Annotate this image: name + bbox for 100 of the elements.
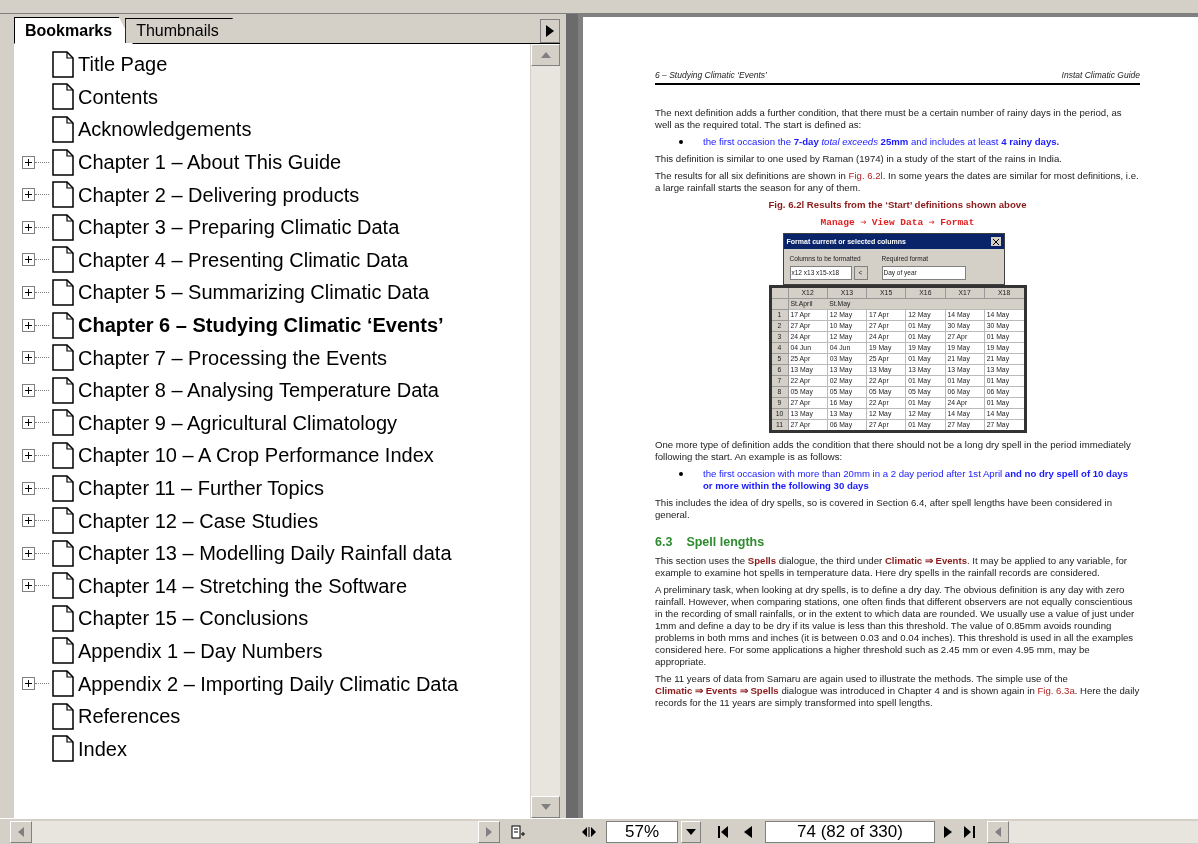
bookmark-item[interactable]: Chapter 13 – Modelling Daily Rainfall data — [78, 538, 452, 569]
bullet-text: the first occasion the 7-day total exceeds 25mm and includes at least 4 rainy days. — [703, 136, 1060, 148]
page-icon — [52, 539, 74, 567]
bookmark-item[interactable]: Chapter 14 – Stretching the Software — [78, 570, 408, 601]
paragraph: The 11 years of data from Samaru are again used to illustrate the methods. The simple use of the Climatic ⇒ Events ⇒ Spells dialogue was introduced in Chapter 4 and is shown again in Fig. 6.3a. Here the daily records for the 11 years are simply transformed into spell lengths. — [655, 673, 1140, 709]
caret-down-icon — [686, 828, 696, 835]
page-icon — [52, 376, 74, 404]
page-icon — [52, 181, 74, 209]
expand-icon[interactable] — [22, 677, 35, 691]
horizontal-scrollbar[interactable] — [987, 820, 1198, 843]
expand-icon[interactable] — [22, 481, 35, 495]
bullet-icon — [679, 140, 683, 144]
paragraph: A preliminary task, when looking at dry spells, is to define a dry day. The obvious definition is any day with zero rainfall. However, when comparing stations, one often finds that different observers are not equally conscientious in the recording of small rainfalls, or in the extent to which data are rounded. We usually use a value of just under 1mm and define a day to be dry if its value is less than this threshold. The value of 0.85mm avoids rounding problems in both mms and inches (it is between 0.03 and 0.04 inches). This threshold is used in all the examples considered here. For some applications a higher threshold such as 2.45 mm or even 4.95 mm, may be appropriate. — [655, 584, 1136, 668]
bookmark-item[interactable]: Chapter 4 – Presenting Climatic Data — [78, 244, 409, 275]
bookmark-item[interactable]: Chapter 11 – Further Topics — [78, 473, 325, 503]
bookmark-item[interactable]: Chapter 2 – Delivering products — [78, 179, 360, 210]
section-number: 6.3 — [655, 534, 673, 550]
paragraph: This definition is similar to one used by Raman (1974) in a study of the start of the rains in India. — [655, 153, 1063, 165]
page-icon — [52, 702, 74, 730]
page-icon — [52, 83, 74, 111]
page-icon — [52, 311, 74, 339]
bookmark-item[interactable]: Acknowledgements — [78, 114, 252, 145]
bookmark-item[interactable]: Contents — [78, 81, 159, 112]
scroll-left-button[interactable] — [10, 820, 32, 843]
page-icon — [52, 344, 74, 372]
expand-icon[interactable] — [22, 253, 35, 267]
first-page-icon — [718, 825, 730, 838]
expand-icon[interactable] — [22, 318, 35, 332]
bookmark-item[interactable]: References — [78, 701, 181, 732]
last-page-icon — [964, 825, 976, 838]
bookmark-item[interactable]: Appendix 1 – Day Numbers — [78, 636, 323, 666]
bookmark-item[interactable]: Chapter 6 – Studying Climatic ‘Events’ — [78, 310, 444, 341]
zoom-dropdown-button[interactable] — [681, 820, 701, 843]
arrow-right-icon — [944, 825, 952, 838]
paragraph: The next definition adds a further condition, that there must be a certain number of rainy days in the period, as well as the required total. The start is defined as: — [655, 107, 1123, 131]
arrow-up-icon — [540, 52, 551, 58]
expand-icon[interactable] — [22, 546, 35, 560]
bookmark-item[interactable]: Appendix 2 – Importing Daily Climatic Data — [78, 668, 459, 699]
vertical-scrollbar[interactable] — [530, 44, 560, 818]
bookmark-item[interactable]: Chapter 3 – Preparing Climatic Data — [78, 212, 400, 243]
bookmark-item[interactable]: Chapter 5 – Summarizing Climatic Data — [78, 277, 430, 308]
bookmark-item[interactable]: Chapter 10 – A Crop Performance Index — [78, 440, 434, 471]
page-icon — [52, 441, 74, 469]
arrow-right-icon — [546, 25, 554, 37]
zoom-field[interactable]: 57% — [606, 820, 678, 843]
page-icon — [52, 735, 74, 763]
bookmark-item[interactable]: Chapter 7 – Processing the Events — [78, 342, 388, 373]
expand-icon[interactable] — [22, 285, 35, 299]
page-icon — [52, 278, 74, 306]
expand-icon[interactable] — [22, 351, 35, 365]
expand-icon[interactable] — [22, 188, 35, 202]
page-icon — [52, 474, 74, 502]
bookmark-item[interactable]: Chapter 8 – Analysing Temperature Data — [78, 375, 439, 406]
page-icon — [52, 409, 74, 437]
resize-arrows-icon — [582, 826, 596, 837]
bookmark-item[interactable]: Chapter 15 – Conclusions — [78, 603, 309, 634]
bookmark-item[interactable]: Title Page — [78, 49, 168, 80]
bullet-text: the first occasion with more than 20mm in a 2 day period after 1st April and no dry spell of 10 days or more within the following 30 days — [703, 468, 1129, 492]
paragraph: This includes the idea of dry spells, so is covered in Section 6.4, after spell lengths have been considered in general. — [655, 497, 1114, 521]
scroll-right-button[interactable] — [478, 820, 500, 843]
expand-icon[interactable] — [22, 220, 35, 234]
page-icon — [52, 507, 74, 535]
panel-menu-button[interactable] — [540, 19, 560, 43]
scroll-down-button[interactable] — [531, 796, 560, 818]
page-icon — [52, 246, 74, 274]
figure-link[interactable]: Fig. 6.3a — [1037, 685, 1075, 696]
page-icon — [52, 116, 74, 143]
figure-link[interactable]: Fig. 6.2l — [848, 170, 883, 181]
scroll-up-button[interactable] — [531, 44, 560, 66]
expand-icon[interactable] — [22, 383, 35, 397]
page-number-field[interactable]: 74 (82 of 330) — [765, 820, 935, 843]
arrow-down-icon — [540, 804, 551, 810]
bookmark-item[interactable]: Chapter 12 – Case Studies — [78, 505, 319, 536]
arrow-right-icon — [486, 826, 492, 837]
figure-caption: Fig. 6.2l Results from the ‘Start’ definitions shown above — [767, 199, 1028, 211]
arrow-left-icon — [18, 826, 24, 837]
expand-icon[interactable] — [22, 155, 35, 169]
expand-icon[interactable] — [22, 448, 35, 462]
bookmark-item[interactable]: Chapter 1 – About This Guide — [78, 147, 342, 178]
page-icon — [52, 604, 74, 632]
expand-icon[interactable] — [22, 416, 35, 430]
page-icon — [52, 637, 74, 665]
page-icon — [52, 670, 74, 698]
page-icon — [52, 213, 74, 241]
expand-icon[interactable] — [22, 579, 35, 593]
close-button[interactable] — [990, 237, 1001, 246]
running-header: Instat Climatic Guide — [1061, 69, 1140, 81]
expand-icon[interactable] — [22, 514, 35, 528]
bookmark-item[interactable]: Chapter 9 – Agricultural Climatology — [78, 407, 398, 438]
page-icon — [52, 148, 74, 176]
arrow-left-icon — [744, 825, 752, 838]
running-header: 6 – Studying Climatic ‘Events’ — [655, 69, 767, 81]
horizontal-scrollbar[interactable] — [10, 820, 500, 843]
scroll-left-button[interactable] — [987, 820, 1009, 843]
bullet-icon — [679, 472, 683, 476]
page-icon — [52, 572, 74, 600]
page-list-icon — [511, 824, 525, 839]
tab[interactable]: Bookmarks — [14, 17, 134, 44]
bookmark-item[interactable]: Index — [78, 733, 127, 764]
close-icon — [992, 239, 999, 246]
